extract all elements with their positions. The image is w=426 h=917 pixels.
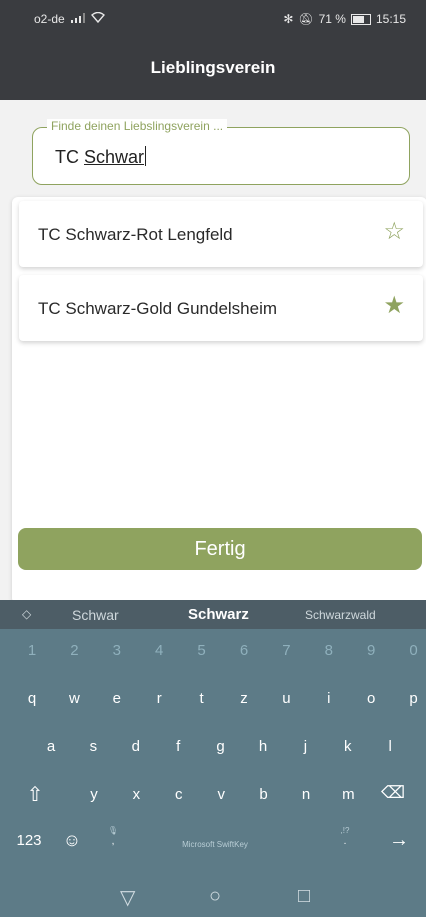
key-f[interactable]: f <box>163 738 193 755</box>
search-value-word: Schwar <box>84 147 145 167</box>
key-3[interactable]: 3 <box>102 642 132 659</box>
punct-alt-label: ,!? <box>340 826 350 835</box>
key-g[interactable]: g <box>206 738 236 755</box>
key-y[interactable]: y <box>79 786 109 803</box>
done-button-label: Fertig <box>194 537 246 560</box>
key-q[interactable]: q <box>17 690 47 707</box>
key-t[interactable]: t <box>187 690 217 707</box>
key-a[interactable]: a <box>36 738 66 755</box>
expand-icon[interactable]: ◇ <box>22 607 31 621</box>
key-x[interactable]: x <box>121 786 151 803</box>
key-s[interactable]: s <box>78 738 108 755</box>
nav-recents-icon[interactable]: □ <box>298 885 310 908</box>
key-k[interactable]: k <box>333 738 363 755</box>
bluetooth-icon: ✻ <box>283 12 294 26</box>
suggestion-1[interactable]: Schwar <box>72 607 119 623</box>
battery-percent: 71 % <box>318 12 346 26</box>
key-4[interactable]: 4 <box>144 642 174 659</box>
system-navbar: ▽ ○ □ <box>0 877 426 917</box>
key-5[interactable]: 5 <box>187 642 217 659</box>
suggestion-2[interactable]: Schwarz <box>188 606 249 623</box>
mic-icon: 🎙︎ <box>107 826 119 835</box>
star-outline-icon[interactable]: ☆ <box>383 220 405 244</box>
star-filled-icon[interactable]: ★ <box>383 294 405 318</box>
page-title: Lieblingsverein <box>150 58 276 77</box>
search-input[interactable]: Finde deinen Liebslingsverein ... TC Sch… <box>32 119 410 185</box>
key-9[interactable]: 9 <box>356 642 386 659</box>
numeric-key[interactable]: 123 <box>12 832 46 849</box>
space-key[interactable]: Microsoft SwiftKey <box>150 840 280 849</box>
key-e[interactable]: e <box>102 690 132 707</box>
key-2[interactable]: 2 <box>59 642 89 659</box>
key-j[interactable]: j <box>290 738 320 755</box>
club-name: TC Schwarz-Gold Gundelsheim <box>38 299 278 318</box>
search-value-prefix: TC <box>55 147 84 167</box>
emoji-icon[interactable]: ☺ <box>57 830 87 851</box>
enter-arrow-icon[interactable]: → <box>384 829 414 852</box>
suggestion-3[interactable]: Schwarzwald <box>305 608 376 622</box>
backspace-icon[interactable]: ⌫ <box>378 783 408 803</box>
key-7[interactable]: 7 <box>271 642 301 659</box>
search-label: Finde deinen Liebslingsverein ... <box>47 119 228 133</box>
status-right: ✻ 🔕︎ 71 % 15:15 <box>283 12 406 26</box>
key-b[interactable]: b <box>249 786 279 803</box>
shift-icon[interactable]: ⇧ <box>20 782 50 807</box>
key-8[interactable]: 8 <box>314 642 344 659</box>
keyboard: 1234567890 qwertzuiop asdfghjkl yxcvbnm … <box>0 629 426 877</box>
nav-back-icon[interactable]: ▽ <box>120 885 135 910</box>
comma-key[interactable]: 🎙︎ , <box>98 825 128 847</box>
comma-label: , <box>111 836 115 847</box>
key-d[interactable]: d <box>121 738 151 755</box>
list-item[interactable]: TC Schwarz-Gold Gundelsheim ★ <box>19 275 423 341</box>
done-button[interactable]: Fertig <box>18 528 422 570</box>
mute-icon: 🔕︎ <box>298 12 314 26</box>
main-content: Finde deinen Liebslingsverein ... TC Sch… <box>0 100 426 604</box>
key-m[interactable]: m <box>333 786 363 803</box>
status-bar: o2-de ✻ 🔕︎ 71 % 15:15 <box>0 0 426 36</box>
clock: 15:15 <box>375 12 406 26</box>
battery-fill <box>352 15 364 23</box>
period-key[interactable]: ,!? . <box>330 825 360 847</box>
key-w[interactable]: w <box>59 690 89 707</box>
key-o[interactable]: o <box>356 690 386 707</box>
key-h[interactable]: h <box>248 738 278 755</box>
period-label: . <box>343 836 347 847</box>
key-z[interactable]: z <box>229 690 259 707</box>
key-0[interactable]: 0 <box>399 642 426 659</box>
status-left: o2-de <box>34 11 105 26</box>
search-value[interactable]: TC Schwar <box>55 146 147 168</box>
key-1[interactable]: 1 <box>17 642 47 659</box>
key-c[interactable]: c <box>164 786 194 803</box>
key-l[interactable]: l <box>375 738 405 755</box>
key-i[interactable]: i <box>314 690 344 707</box>
list-item[interactable]: TC Schwarz-Rot Lengfeld ☆ <box>19 201 423 267</box>
key-6[interactable]: 6 <box>229 642 259 659</box>
club-name: TC Schwarz-Rot Lengfeld <box>38 225 233 244</box>
app-header: Lieblingsverein <box>0 36 426 100</box>
wifi-icon <box>90 11 105 26</box>
carrier-label: o2-de <box>34 12 65 26</box>
key-n[interactable]: n <box>291 786 321 803</box>
nav-home-icon[interactable]: ○ <box>209 885 221 908</box>
battery-icon <box>350 13 371 25</box>
keyboard-suggestion-bar: ◇ Schwar Schwarz Schwarzwald <box>0 600 426 629</box>
key-p[interactable]: p <box>399 690 426 707</box>
text-caret <box>145 146 147 166</box>
key-v[interactable]: v <box>206 786 236 803</box>
signal-icon <box>70 12 85 26</box>
key-r[interactable]: r <box>144 690 174 707</box>
key-u[interactable]: u <box>271 690 301 707</box>
